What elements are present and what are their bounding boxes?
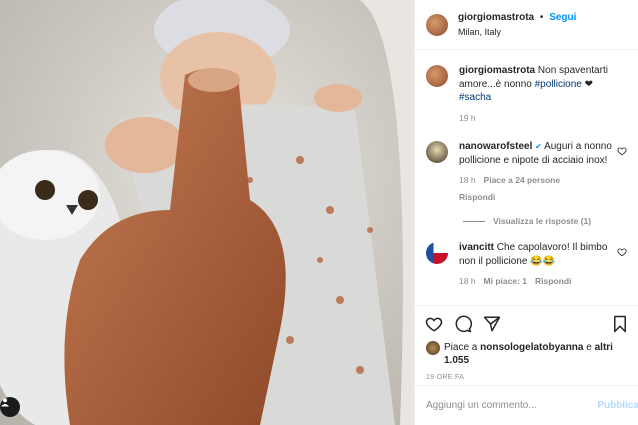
avatar[interactable] [426, 65, 448, 87]
reply-button[interactable]: Rispondi [535, 275, 571, 289]
post-header: giorgiomastrota • Segui Milan, Italy [415, 0, 638, 50]
likes-user[interactable]: nonsologelatobyanna [480, 342, 583, 353]
comment: ivancitt Che capolavoro! Il bimbo non il… [426, 241, 627, 289]
post-side-panel: giorgiomastrota • Segui Milan, Italy gio… [414, 0, 638, 425]
verified-icon: ✔ [535, 142, 542, 151]
photo-illustration [0, 0, 414, 425]
reply-button[interactable]: Rispondi [459, 191, 619, 205]
timestamp[interactable]: 19 h [459, 112, 476, 126]
likes-prefix: Piace a [444, 342, 478, 353]
follow-button[interactable]: Segui [549, 12, 576, 23]
post-time[interactable]: 19 ORE FA [415, 367, 638, 381]
share-icon[interactable] [483, 315, 501, 333]
separator-dot: • [539, 11, 544, 23]
avatar[interactable] [426, 341, 440, 355]
comment-icon[interactable] [454, 315, 472, 333]
avatar[interactable] [426, 141, 448, 163]
comment-heart-icon[interactable] [617, 146, 627, 156]
caption-emoji: ❤ [584, 78, 594, 90]
likes-summary: Piace a nonsologelatobyanna e altri 1.05… [415, 333, 638, 367]
view-replies-label: Visualizza le risposte (1) [493, 216, 592, 226]
likes-connector: e [586, 342, 592, 353]
heart-icon[interactable] [425, 315, 443, 333]
avatar[interactable] [426, 242, 448, 264]
comments-list: giorgiomastrota Non spaventarti amore...… [415, 50, 638, 289]
caption-username[interactable]: giorgiomastrota [459, 65, 535, 76]
action-icons [415, 306, 638, 333]
timestamp[interactable]: 18 h [459, 174, 476, 188]
comment-meta: 18 h Piace a 24 persone [459, 174, 619, 188]
avatar[interactable] [426, 13, 448, 36]
post-comment-button[interactable]: Pubblica [597, 400, 638, 411]
comment-input[interactable] [426, 400, 586, 411]
author-username[interactable]: giorgiomastrota [458, 12, 534, 23]
add-comment-bar: Pubblica [415, 385, 638, 425]
comment-username[interactable]: ivancitt [459, 242, 494, 253]
caption: giorgiomastrota Non spaventarti amore...… [426, 64, 627, 125]
comment-heart-icon[interactable] [617, 247, 627, 257]
comment-meta: 18 h Mi piace: 1 Rispondi [459, 275, 619, 289]
hashtag-link[interactable]: #sacha [459, 92, 491, 103]
likes-count[interactable]: Piace a 24 persone [484, 174, 561, 188]
view-replies-button[interactable]: Visualizza le risposte (1) [463, 216, 627, 226]
location-link[interactable]: Milan, Italy [458, 25, 576, 39]
timestamp[interactable]: 18 h [459, 275, 476, 289]
user-tag-icon[interactable] [0, 397, 20, 417]
post-photo[interactable] [0, 0, 414, 425]
caption-meta: 19 h [459, 112, 619, 126]
comment-username[interactable]: nanowarofsteel [459, 141, 532, 152]
hashtag-link[interactable]: #pollicione [535, 79, 582, 90]
likes-count[interactable]: Mi piace: 1 [484, 275, 527, 289]
comment: nanowarofsteel ✔ Auguri a nonno pollicio… [426, 140, 627, 204]
divider-line [463, 220, 485, 222]
comment-emoji: 😂😂 [530, 255, 556, 267]
bookmark-icon[interactable] [611, 315, 629, 333]
